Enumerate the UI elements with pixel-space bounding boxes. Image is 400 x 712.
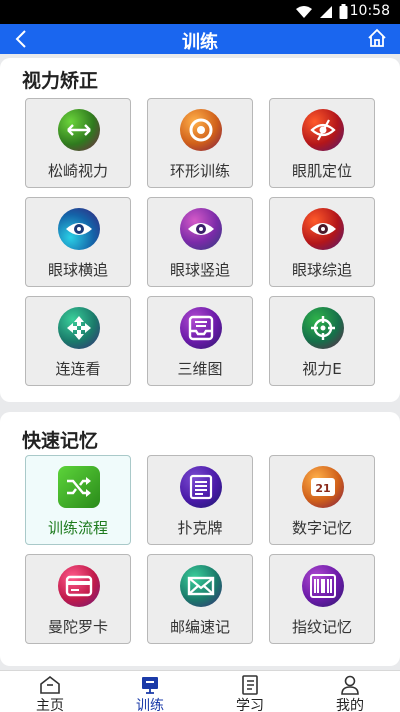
page-title: 训练 <box>182 32 218 53</box>
tile-label: 曼陀罗卡 <box>47 618 108 636</box>
tile-number-memory[interactable]: 21 数字记忆 <box>269 455 375 545</box>
home-icon[interactable] <box>366 27 388 49</box>
envelope-icon <box>180 565 222 607</box>
tile-eyeball-horizontal-tracking[interactable]: 眼球横追 <box>25 197 131 287</box>
tile-link-game[interactable]: 连连看 <box>25 296 131 386</box>
tile-vision-e[interactable]: 视力E <box>269 296 375 386</box>
nav-item-training[interactable]: 训练 <box>100 671 200 712</box>
app-header: 训练 <box>0 24 400 54</box>
tile-label: 视力E <box>302 360 342 378</box>
notebook-icon <box>242 675 258 695</box>
home-icon <box>40 675 60 694</box>
tile-label: 眼球综追 <box>291 261 352 279</box>
tile-songqi-vision[interactable]: 松崎视力 <box>25 98 131 188</box>
status-bar: 10:58 <box>0 0 400 24</box>
tile-ring-training[interactable]: 环形训练 <box>147 98 253 188</box>
wifi-icon <box>296 5 312 18</box>
eye-icon <box>58 208 100 250</box>
eye-slash-icon <box>302 109 344 151</box>
signal-icon <box>320 5 332 18</box>
tile-label: 眼球横追 <box>47 261 108 279</box>
tile-label: 邮编速记 <box>169 618 230 636</box>
tile-mandala-card[interactable]: 曼陀罗卡 <box>25 554 131 644</box>
number-card-icon: 21 <box>302 466 344 508</box>
nav-label: 我的 <box>336 698 364 712</box>
tile-eye-muscle-positioning[interactable]: 眼肌定位 <box>269 98 375 188</box>
tile-label: 扑克牌 <box>177 519 223 537</box>
nav-label: 学习 <box>236 698 264 712</box>
tile-label: 三维图 <box>177 360 223 378</box>
tile-postcode-memory[interactable]: 邮编速记 <box>147 554 253 644</box>
barcode-icon <box>302 565 344 607</box>
section-vision-correction: 视力矫正 松崎视力 环形训练 眼肌定位 眼球横追 眼球竖追 眼球综追 连连看 三… <box>0 58 400 402</box>
nav-label: 训练 <box>136 698 164 712</box>
section-title: 快速记忆 <box>22 430 99 452</box>
shuffle-icon <box>58 466 100 508</box>
monitor-icon <box>142 677 158 694</box>
four-way-arrows-icon <box>58 307 100 349</box>
horizontal-arrows-icon <box>58 109 100 151</box>
crosshair-icon <box>302 307 344 349</box>
nav-item-me[interactable]: 我的 <box>300 671 400 712</box>
tile-label: 眼肌定位 <box>291 162 352 180</box>
svg-text:21: 21 <box>315 482 330 495</box>
eye-icon <box>302 208 344 250</box>
tile-label: 连连看 <box>55 360 101 378</box>
target-ring-icon <box>180 109 222 151</box>
tile-3d-image[interactable]: 三维图 <box>147 296 253 386</box>
nav-item-home[interactable]: 主页 <box>0 671 100 712</box>
tile-label: 指纹记忆 <box>291 618 352 636</box>
tile-label: 环形训练 <box>169 162 230 180</box>
section-quick-memory: 快速记忆 训练流程 扑克牌 21 数字记忆 曼陀罗卡 邮编速记 指纹记忆 <box>0 412 400 666</box>
tile-label: 松崎视力 <box>47 162 108 180</box>
nav-item-study[interactable]: 学习 <box>200 671 300 712</box>
tile-eyeball-combined-tracking[interactable]: 眼球综追 <box>269 197 375 287</box>
person-icon <box>341 675 359 695</box>
credit-card-icon <box>58 565 100 607</box>
tray-icon <box>180 307 222 349</box>
list-card-icon <box>180 466 222 508</box>
tile-label: 眼球竖追 <box>169 261 230 279</box>
status-time: 10:58 <box>349 3 390 19</box>
tile-training-flow[interactable]: 训练流程 <box>25 455 131 545</box>
tile-label: 数字记忆 <box>291 519 352 537</box>
status-icons <box>295 4 348 19</box>
tile-eyeball-vertical-tracking[interactable]: 眼球竖追 <box>147 197 253 287</box>
tile-playing-cards[interactable]: 扑克牌 <box>147 455 253 545</box>
bottom-nav: 主页 训练 学习 我的 <box>0 670 400 712</box>
eye-icon <box>180 208 222 250</box>
section-title: 视力矫正 <box>22 70 99 92</box>
tile-fingerprint-memory[interactable]: 指纹记忆 <box>269 554 375 644</box>
tile-label: 训练流程 <box>47 519 108 537</box>
battery-icon <box>339 4 348 19</box>
nav-label: 主页 <box>36 698 64 712</box>
